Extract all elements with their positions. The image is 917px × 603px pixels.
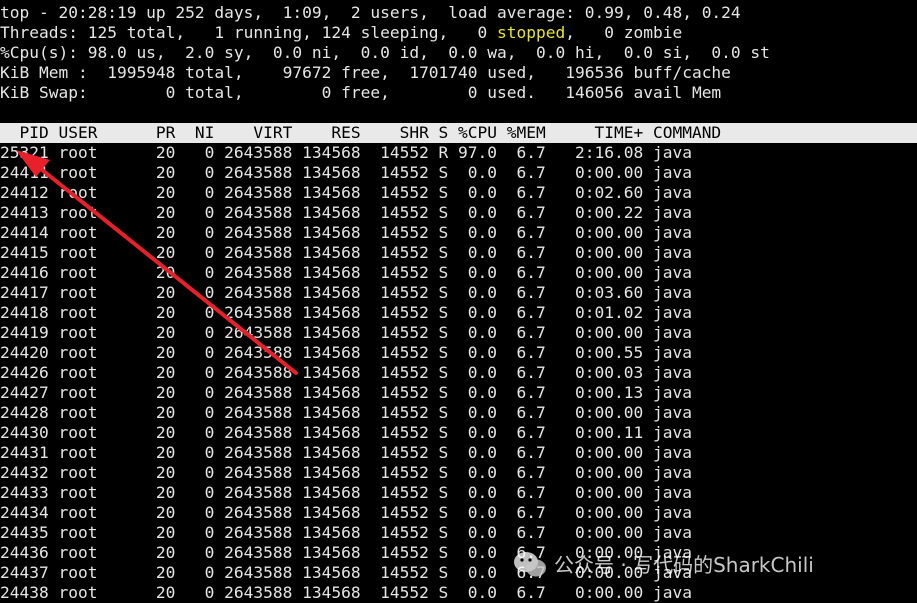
table-row: 24431 root 20 0 2643588 134568 14552 S 0… [0, 443, 692, 462]
table-row: 24420 root 20 0 2643588 134568 14552 S 0… [0, 343, 692, 362]
process-table-body: 25321 root 20 0 2643588 134568 14552 R 9… [0, 143, 917, 603]
table-row: 24414 root 20 0 2643588 134568 14552 S 0… [0, 223, 692, 242]
watermark: 公众号 · 写代码的SharkChili [512, 550, 814, 580]
process-table-header: PID USER PR NI VIRT RES SHR S %CPU %MEM … [0, 123, 917, 143]
wechat-icon [514, 552, 546, 577]
mem-line: KiB Mem : 1995948 total, 97672 free, 170… [0, 63, 731, 82]
cpu-line: %Cpu(s): 98.0 us, 2.0 sy, 0.0 ni, 0.0 id… [0, 43, 770, 62]
table-row: 24419 root 20 0 2643588 134568 14552 S 0… [0, 323, 692, 342]
table-row: 24415 root 20 0 2643588 134568 14552 S 0… [0, 243, 692, 262]
table-row: 24427 root 20 0 2643588 134568 14552 S 0… [0, 383, 692, 402]
table-row: 24411 root 20 0 2643588 134568 14552 S 0… [0, 163, 692, 182]
table-row: 24416 root 20 0 2643588 134568 14552 S 0… [0, 263, 692, 282]
table-row: 24438 root 20 0 2643588 134568 14552 S 0… [0, 583, 692, 602]
watermark-text: 公众号 · 写代码的SharkChili [554, 553, 814, 577]
uptime-line: top - 20:28:19 up 252 days, 1:09, 2 user… [0, 3, 741, 22]
swap-line: KiB Swap: 0 total, 0 free, 0 used. 14605… [0, 83, 722, 102]
table-row: 24434 root 20 0 2643588 134568 14552 S 0… [0, 503, 692, 522]
table-row: 24432 root 20 0 2643588 134568 14552 S 0… [0, 463, 692, 482]
table-row: 24426 root 20 0 2643588 134568 14552 S 0… [0, 363, 692, 382]
stopped-label: stopped [497, 23, 566, 42]
threads-line: Threads: 125 total, 1 running, 124 sleep… [0, 23, 917, 43]
terminal[interactable]: top - 20:28:19 up 252 days, 1:09, 2 user… [0, 3, 917, 603]
table-row: 24413 root 20 0 2643588 134568 14552 S 0… [0, 203, 692, 222]
table-row: 25321 root 20 0 2643588 134568 14552 R 9… [0, 143, 692, 162]
table-row: 24412 root 20 0 2643588 134568 14552 S 0… [0, 183, 692, 202]
threads-prefix: Threads: 125 total, 1 running, 124 sleep… [0, 23, 498, 42]
table-row: 24435 root 20 0 2643588 134568 14552 S 0… [0, 523, 692, 542]
table-row: 24428 root 20 0 2643588 134568 14552 S 0… [0, 403, 692, 422]
table-row: 24417 root 20 0 2643588 134568 14552 S 0… [0, 283, 692, 302]
table-row: 24433 root 20 0 2643588 134568 14552 S 0… [0, 483, 692, 502]
threads-suffix: , 0 zombie [565, 23, 683, 42]
table-row: 24418 root 20 0 2643588 134568 14552 S 0… [0, 303, 692, 322]
table-row: 24430 root 20 0 2643588 134568 14552 S 0… [0, 423, 692, 442]
